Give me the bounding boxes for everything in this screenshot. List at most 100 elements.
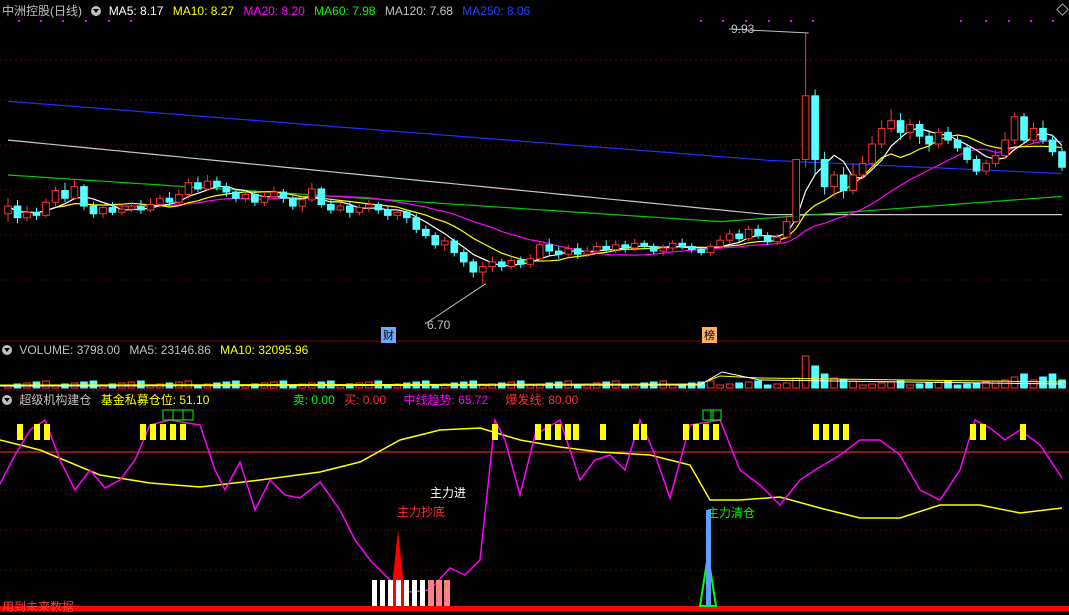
stock-title[interactable]: 中洲控股(日线) xyxy=(2,4,82,18)
candle-body xyxy=(877,127,886,145)
candle-body xyxy=(611,244,620,251)
signal-bar xyxy=(573,424,579,440)
ma120-line xyxy=(7,139,1062,216)
zhuli-jin-bar xyxy=(388,580,393,606)
indicator-collapse-icon[interactable] xyxy=(2,395,12,405)
zhuli-jin-bar xyxy=(404,580,409,606)
fund-position-label: 基金私募仓位: 51.10 xyxy=(100,393,210,407)
candle-body xyxy=(659,247,668,252)
green-box-marker xyxy=(182,409,194,421)
sell-label: 卖: 0.00 xyxy=(292,393,335,407)
ma250-line xyxy=(7,100,1063,175)
candle-body xyxy=(270,191,278,198)
collapse-icon[interactable] xyxy=(91,6,102,16)
volume-bar xyxy=(934,381,943,389)
candle-body xyxy=(32,211,41,216)
zhuli-jin-bar xyxy=(412,580,417,606)
candle-body xyxy=(327,203,335,211)
candle-body xyxy=(1058,151,1066,168)
candle-body xyxy=(763,235,772,243)
candle-body xyxy=(469,261,478,273)
base-strip xyxy=(0,606,1069,611)
candle-body xyxy=(108,207,117,213)
candle-body xyxy=(687,245,696,251)
candle-body xyxy=(887,120,895,129)
candle-body xyxy=(317,188,326,205)
candle-body xyxy=(194,182,202,190)
signal-bar xyxy=(555,424,561,440)
indicator-header: 超级机构建仓 基金私募仓位: 51.10 卖: 0.00 买: 0.00 中线趋… xyxy=(2,392,584,408)
candle-body xyxy=(735,233,743,240)
volume-ma5-label: MA5: 23146.86 xyxy=(129,343,211,357)
zhuli-jin-bar xyxy=(428,580,434,606)
candle-body xyxy=(925,135,933,145)
candle-body xyxy=(716,239,724,247)
zhuli-jin-bar xyxy=(372,580,377,606)
volume-bar xyxy=(991,380,1000,389)
signal-bar xyxy=(843,424,849,440)
volume-bar xyxy=(887,381,895,389)
signal-dot xyxy=(960,20,962,22)
candle-body xyxy=(535,244,544,260)
ma5-line xyxy=(7,127,1063,267)
dragon-tiger-marker[interactable]: 榜 xyxy=(702,327,717,343)
candle-body xyxy=(801,95,810,160)
candle-body xyxy=(915,124,924,137)
volume-bar xyxy=(925,382,933,389)
buy-label: 买: 0.00 xyxy=(344,393,387,407)
candle-body xyxy=(137,205,145,211)
candle-body xyxy=(573,248,582,255)
signal-bar xyxy=(980,424,986,440)
signal-bar xyxy=(713,424,719,440)
candle-body xyxy=(13,205,22,219)
candle-body xyxy=(526,258,535,265)
stock-chart[interactable] xyxy=(0,0,1069,615)
signal-bar xyxy=(1020,424,1026,440)
signal-bar xyxy=(545,424,551,440)
candle-body xyxy=(431,235,440,246)
signal-dot xyxy=(812,20,814,22)
zhuli-jin-bar xyxy=(420,580,425,606)
candle-body xyxy=(184,182,193,195)
signal-dot xyxy=(1030,20,1032,22)
candle-body xyxy=(640,242,649,247)
candle-body xyxy=(260,196,269,203)
candle-body xyxy=(156,197,164,205)
candle-body xyxy=(42,201,50,216)
ma250-label: MA250: 8.06 xyxy=(462,4,531,18)
ma5-label: MA5: 8.17 xyxy=(108,4,164,18)
candle-body xyxy=(602,245,611,251)
volume-bar xyxy=(906,384,914,389)
volume-bar xyxy=(915,383,924,389)
candle-body xyxy=(820,158,829,188)
signal-dot xyxy=(62,20,64,22)
volume-bar xyxy=(972,382,981,389)
candle-body xyxy=(61,190,69,199)
candle-body xyxy=(365,203,373,209)
candle-body xyxy=(982,162,990,172)
finance-marker[interactable]: 财 xyxy=(381,327,396,343)
signal-dot xyxy=(722,20,724,22)
candle-body xyxy=(251,193,259,203)
signal-dot xyxy=(85,20,87,22)
candle-body xyxy=(953,139,962,149)
green-box-marker xyxy=(162,409,174,421)
zhuli-jin-label: 主力进 xyxy=(430,486,467,500)
candle-body xyxy=(678,242,687,247)
candle-body xyxy=(89,205,98,215)
ma20-label: MA20: 8.20 xyxy=(243,4,305,18)
signal-bar xyxy=(535,424,541,440)
ma60-label: MA60: 7.98 xyxy=(314,4,376,18)
candle-body xyxy=(478,266,487,273)
volume-bar xyxy=(963,383,971,389)
signal-dot xyxy=(130,20,132,22)
volume-collapse-icon[interactable] xyxy=(2,345,12,355)
candle-body xyxy=(972,158,981,172)
candle-body xyxy=(773,236,781,243)
candle-body xyxy=(630,242,639,249)
volume-bar xyxy=(773,383,781,389)
signal-bar xyxy=(44,424,50,440)
signal-bar xyxy=(170,424,176,440)
fund-position-line xyxy=(0,427,1063,519)
volume-bar xyxy=(706,380,715,389)
